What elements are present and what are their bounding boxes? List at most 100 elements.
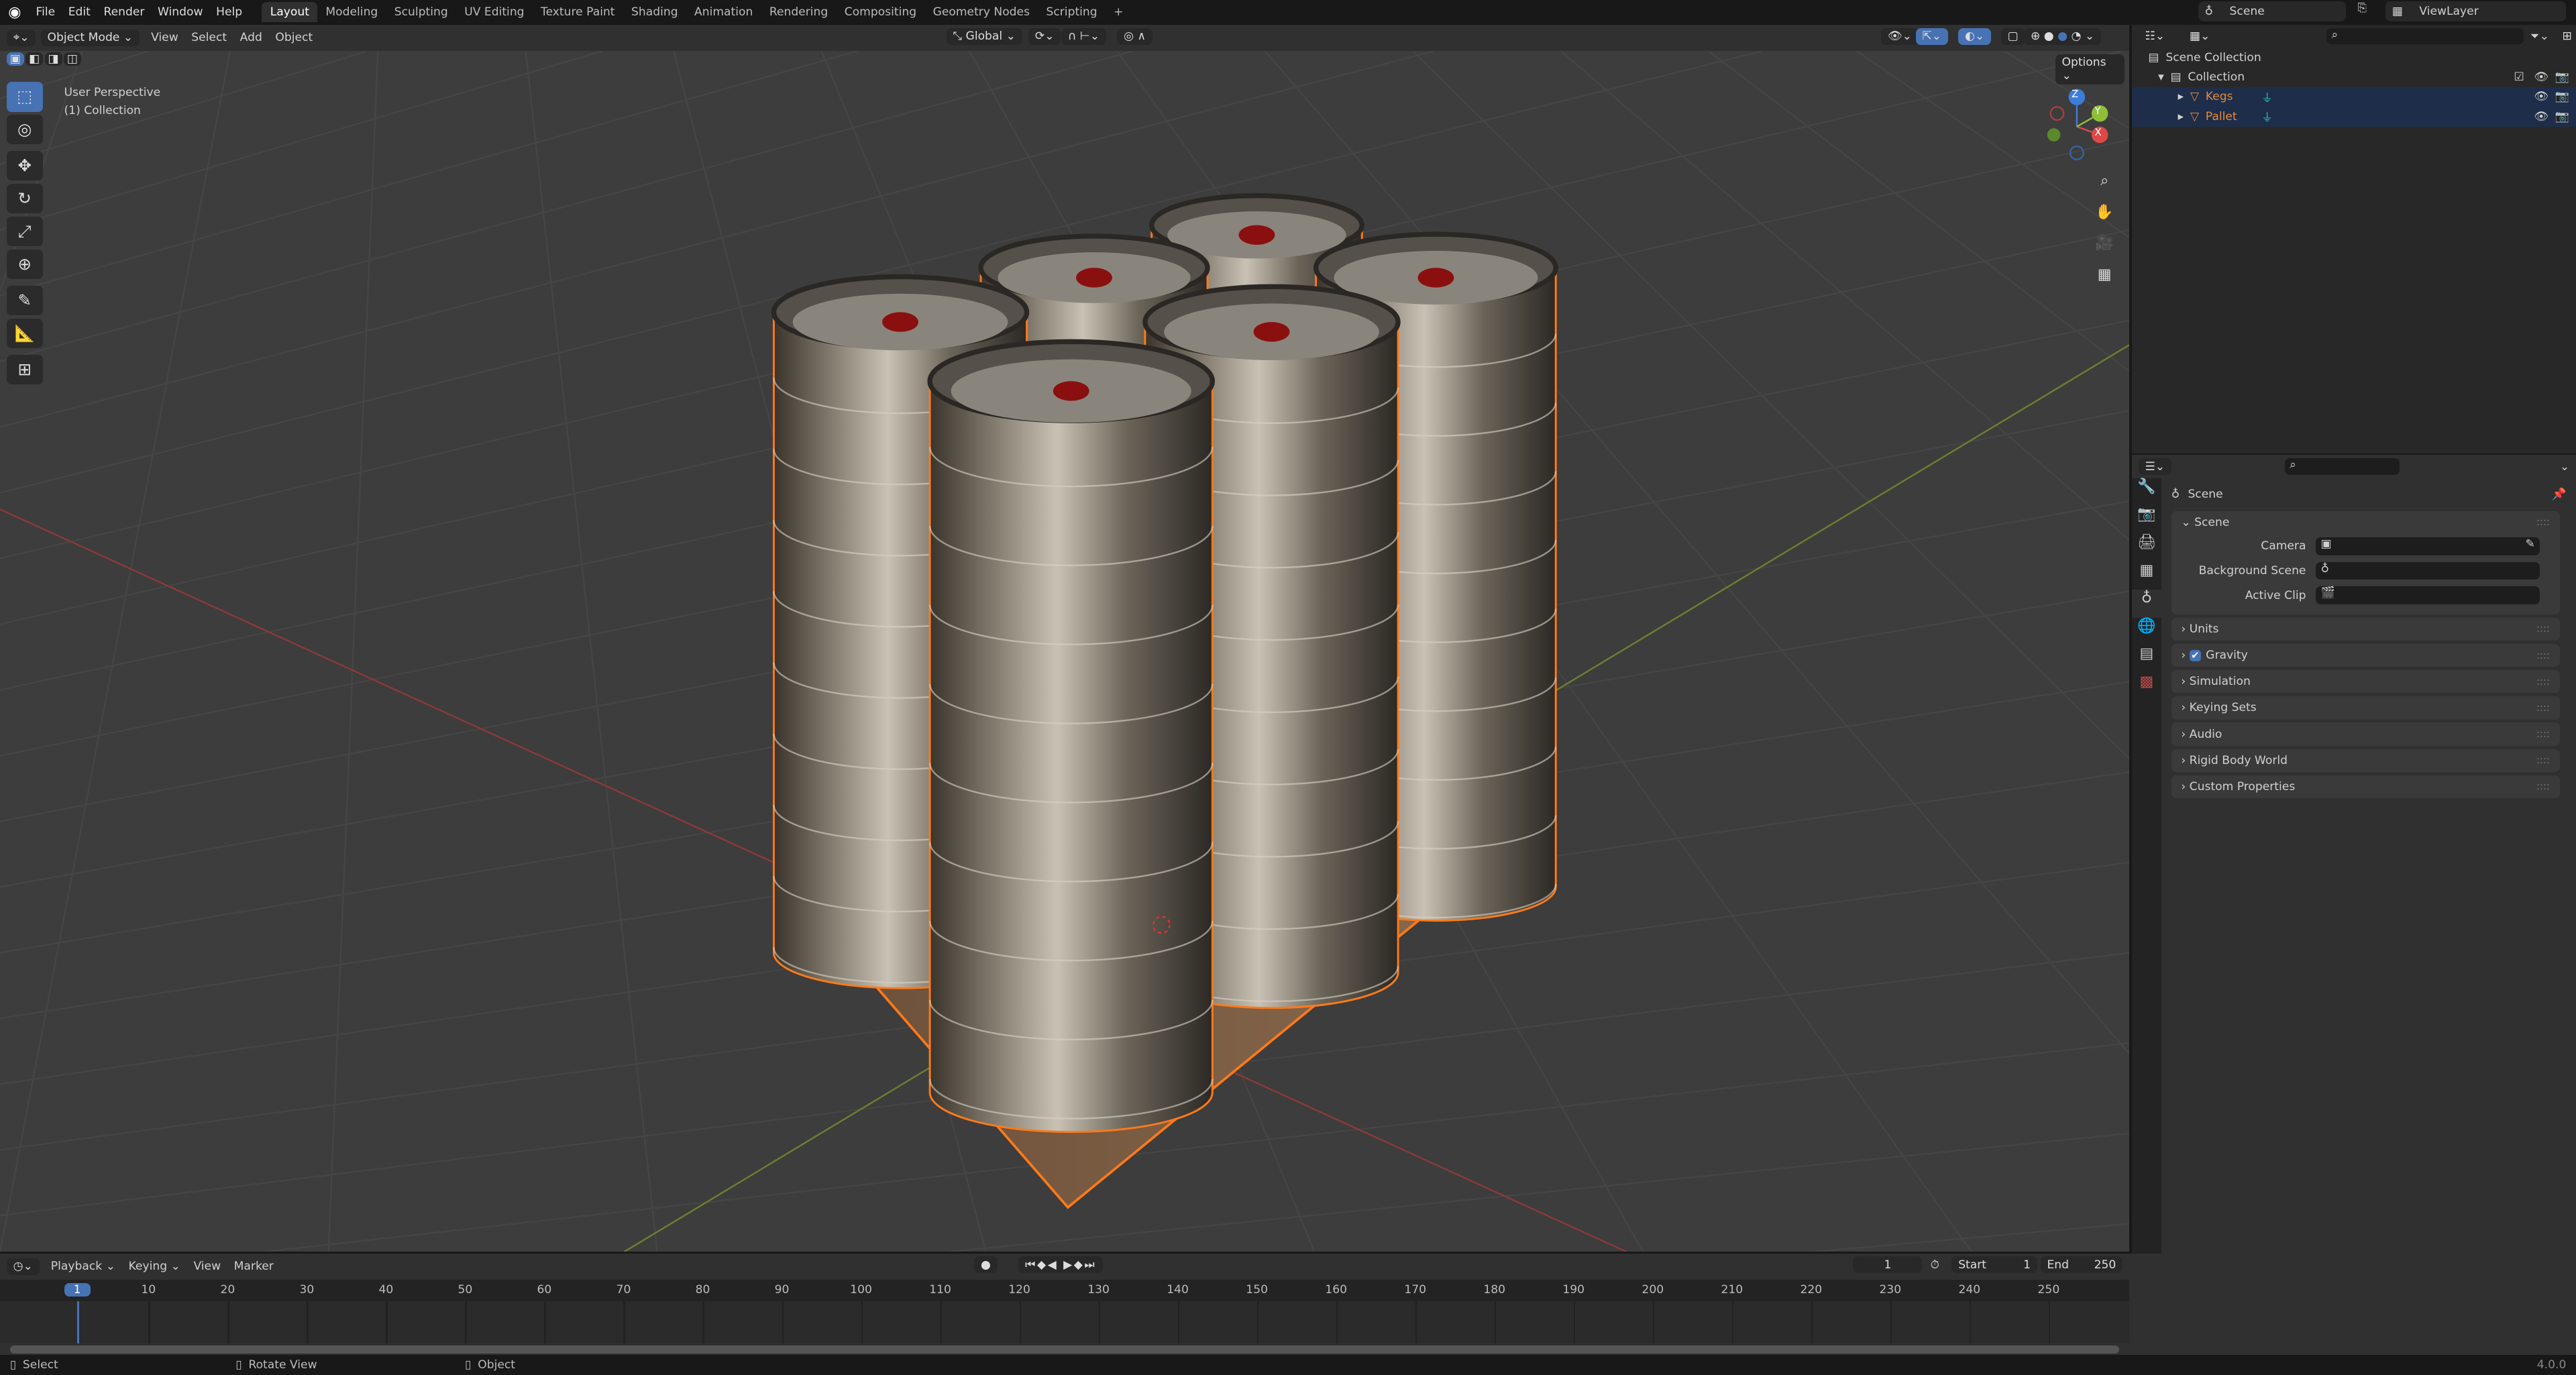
- menu-window[interactable]: Window: [151, 5, 209, 19]
- tab-texture-paint[interactable]: Texture Paint: [533, 2, 623, 22]
- menu-render[interactable]: Render: [97, 5, 152, 19]
- expand-arrow-icon[interactable]: ▸: [2178, 90, 2184, 103]
- pivot-icon[interactable]: ⟳⌄: [1028, 28, 1061, 45]
- new-scene-icon[interactable]: ⎘: [2357, 1, 2371, 21]
- menu-view[interactable]: View: [144, 31, 184, 44]
- editor-type-button[interactable]: ◷⌄: [6, 1258, 40, 1275]
- panel-simulation[interactable]: › Simulation::::: [2171, 670, 2560, 694]
- overlay-toggle-icon[interactable]: ◐⌄: [1958, 28, 1992, 45]
- ortho-grid-icon[interactable]: ▦: [2092, 260, 2118, 291]
- mesh-data-icon[interactable]: ⏚: [2261, 89, 2273, 105]
- outliner-scene-collection[interactable]: ▤ Scene Collection: [2132, 48, 2576, 67]
- measure-tool-icon[interactable]: 📐: [6, 319, 43, 349]
- tab-uv-editing[interactable]: UV Editing: [456, 2, 533, 22]
- eye-icon[interactable]: 👁: [2534, 110, 2548, 123]
- start-frame-field[interactable]: Start 1: [1951, 1256, 2037, 1274]
- select-box-tool-icon[interactable]: ⬚: [6, 82, 43, 112]
- new-collection-icon[interactable]: ⊞: [2555, 28, 2576, 45]
- stopwatch-icon[interactable]: ⏱: [1931, 1258, 1939, 1272]
- menu-marker[interactable]: Marker: [227, 1260, 280, 1273]
- view-layer-filter-icon[interactable]: ▦⌄: [2183, 28, 2217, 45]
- scene-tab-icon[interactable]: ♁: [2131, 590, 2161, 618]
- panel-keying-sets[interactable]: › Keying Sets::::: [2171, 696, 2560, 720]
- scene-selector[interactable]: ♁ Scene: [2198, 1, 2347, 21]
- tab-layout[interactable]: Layout: [262, 2, 318, 23]
- menu-keying[interactable]: Keying ⌄: [122, 1260, 187, 1273]
- timeline-tracks[interactable]: [0, 1301, 2129, 1344]
- select-intersect-icon[interactable]: ◫: [64, 52, 81, 66]
- gizmo-toggle-icon[interactable]: ⇱⌄: [1915, 28, 1948, 45]
- expand-arrow-icon[interactable]: ▸: [2178, 110, 2184, 123]
- visibility-icon[interactable]: 👁⌄: [1881, 28, 1919, 45]
- 3d-viewport[interactable]: User Perspective (1) Collection Options …: [0, 50, 2129, 1252]
- rotate-tool-icon[interactable]: ↻: [6, 184, 43, 214]
- playback-controls[interactable]: ⏮◆◀ ▶◆⏭: [1018, 1256, 1104, 1274]
- menu-edit[interactable]: Edit: [62, 5, 97, 19]
- tab-compositing[interactable]: Compositing: [837, 2, 925, 22]
- outliner-search-input[interactable]: ⌕: [2326, 28, 2524, 45]
- xray-icon[interactable]: ▢: [2000, 28, 2025, 45]
- panel-rigid-body-world[interactable]: › Rigid Body World::::: [2171, 749, 2560, 772]
- zoom-icon[interactable]: ⌕: [2092, 166, 2118, 197]
- menu-help[interactable]: Help: [209, 5, 249, 19]
- frame-ruler[interactable]: 1 10 20 30 40 50 60 70 80 90 100 110 120 130 140 150 160…: [0, 1279, 2129, 1301]
- tab-shading[interactable]: Shading: [623, 2, 686, 22]
- camera-field[interactable]: ▣ ✎: [2316, 537, 2540, 555]
- mode-selector[interactable]: Object Mode ⌄: [40, 29, 140, 46]
- outliner-collection[interactable]: ▾ ▤ Collection ☑ 👁 📷: [2132, 67, 2576, 87]
- tool-tab-icon[interactable]: 🔧: [2132, 478, 2161, 506]
- collection-tab-icon[interactable]: ▤: [2132, 645, 2161, 673]
- output-tab-icon[interactable]: 🖨: [2132, 534, 2161, 562]
- select-new-icon[interactable]: ▣: [6, 52, 24, 66]
- menu-playback[interactable]: Playback ⌄: [44, 1260, 122, 1273]
- eye-icon[interactable]: 👁: [2534, 70, 2548, 84]
- expand-arrow-icon[interactable]: ▾: [2158, 70, 2164, 84]
- auto-keying-icon[interactable]: ●: [974, 1256, 998, 1274]
- cursor-tool-icon[interactable]: ◎: [6, 115, 43, 145]
- options-button[interactable]: Options ⌄: [2055, 54, 2125, 85]
- menu-view[interactable]: View: [187, 1260, 227, 1273]
- tab-sculpting[interactable]: Sculpting: [386, 2, 456, 22]
- transform-orientation-selector[interactable]: ⤡ Global ⌄: [946, 28, 1022, 45]
- scene-panel-header[interactable]: ⌄ Scene::::: [2171, 511, 2560, 534]
- tab-scripting[interactable]: Scripting: [1038, 2, 1106, 22]
- menu-select[interactable]: Select: [184, 31, 233, 44]
- active-clip-field[interactable]: 🎬: [2316, 586, 2540, 605]
- view-layer-tab-icon[interactable]: ▦: [2132, 562, 2161, 590]
- exclude-checkbox[interactable]: ☑: [2514, 70, 2524, 84]
- eye-icon[interactable]: 👁: [2534, 90, 2548, 103]
- view-layer-selector[interactable]: ▦ ViewLayer: [2385, 1, 2567, 21]
- editor-type-button[interactable]: ☰⌄: [2138, 458, 2171, 475]
- tab-modeling[interactable]: Modeling: [317, 2, 386, 22]
- render-camera-icon[interactable]: 📷: [2555, 110, 2569, 123]
- scale-tool-icon[interactable]: ⤢: [6, 217, 43, 247]
- mesh-data-icon[interactable]: ⏚: [2261, 108, 2273, 125]
- panel-units[interactable]: › Units::::: [2171, 617, 2560, 641]
- current-frame-field[interactable]: 1: [1853, 1256, 1923, 1274]
- select-subtract-icon[interactable]: ◨: [44, 52, 62, 66]
- outliner-item-pallet[interactable]: ▸ ▽ Pallet ⏚ 👁 📷: [2131, 107, 2576, 127]
- render-tab-icon[interactable]: 📷: [2132, 506, 2161, 534]
- tab-animation[interactable]: Animation: [686, 2, 761, 22]
- world-tab-icon[interactable]: 🌐: [2132, 618, 2161, 646]
- tab-geometry-nodes[interactable]: Geometry Nodes: [924, 2, 1038, 22]
- shading-modes[interactable]: ⊕ ● ● ◔ ⌄: [2024, 28, 2102, 45]
- panel-gravity[interactable]: › ✔ Gravity::::: [2171, 643, 2560, 667]
- editor-type-button[interactable]: ⌖⌄: [6, 29, 36, 46]
- add-cube-tool-icon[interactable]: ⊞: [6, 354, 43, 384]
- pan-hand-icon[interactable]: ✋: [2092, 197, 2118, 229]
- menu-file[interactable]: File: [30, 5, 62, 19]
- camera-view-icon[interactable]: 🎥: [2092, 228, 2118, 260]
- blender-logo-icon[interactable]: ◉: [0, 4, 30, 21]
- timeline-scrollbar[interactable]: [9, 1345, 2120, 1354]
- add-workspace-button[interactable]: +: [1106, 2, 1132, 22]
- navigation-gizmo[interactable]: Z X Y: [2041, 87, 2120, 166]
- end-frame-field[interactable]: End 250: [2040, 1256, 2123, 1274]
- transform-tool-icon[interactable]: ⊕: [6, 250, 43, 280]
- render-camera-icon[interactable]: 📷: [2555, 90, 2569, 103]
- chevron-down-icon[interactable]: ⌄: [2560, 460, 2569, 474]
- select-extend-icon[interactable]: ◧: [25, 52, 44, 66]
- snap-icon[interactable]: ∩ ⊢⌄: [1061, 28, 1106, 45]
- texture-tab-icon[interactable]: ▩: [2132, 673, 2161, 702]
- eyedropper-icon[interactable]: ✎: [2525, 537, 2534, 551]
